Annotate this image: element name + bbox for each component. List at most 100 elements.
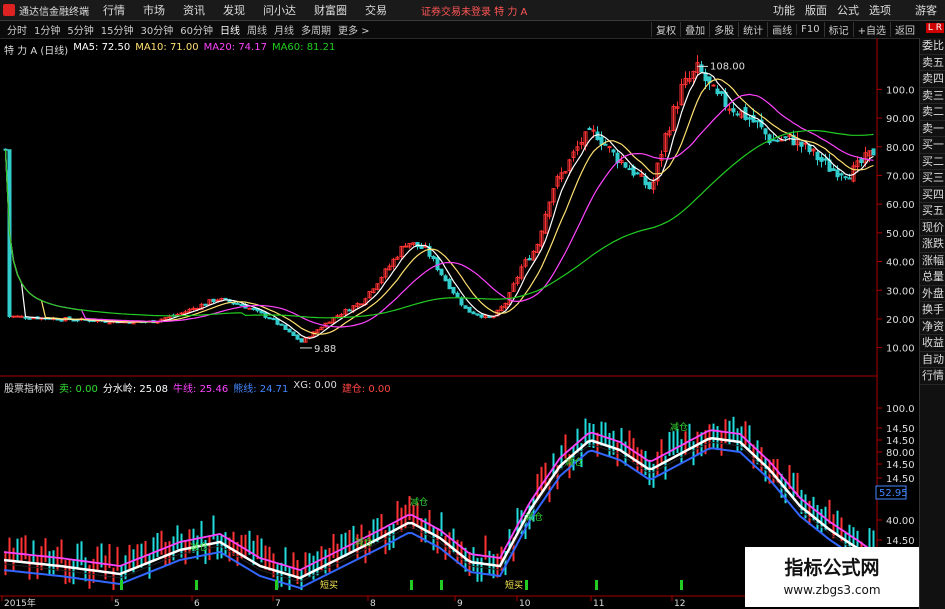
sidebar-item[interactable]: 买四: [920, 187, 945, 203]
low-label: 9.88: [314, 344, 336, 355]
candle-body: [771, 139, 776, 142]
candle-body: [179, 312, 184, 315]
price-tick-label: 50.00: [886, 229, 915, 240]
candle-body: [755, 120, 760, 123]
stock-label[interactable]: 特 力 A (日线): [4, 42, 68, 57]
time-tick-label: 12: [674, 599, 685, 609]
price-tick-label: 60.00: [886, 200, 915, 211]
candle-body: [19, 315, 24, 318]
time-tick-label: 5: [114, 599, 120, 609]
price-tick-label: 30.00: [886, 286, 915, 297]
indicator-tick-label: 14.50: [886, 424, 915, 435]
indicator-tick-label: 14.50: [886, 436, 915, 447]
sidebar-item[interactable]: 买三: [920, 170, 945, 187]
price-tick-label: 90.00: [886, 114, 915, 125]
signal-marker: [525, 580, 528, 590]
sidebar-item[interactable]: 外盘: [920, 286, 945, 302]
candle-body: [403, 245, 408, 248]
indicator-name[interactable]: 股票指标网: [4, 380, 54, 395]
reduce-signal-label: 减仓: [565, 456, 583, 468]
sidebar-item[interactable]: 买一: [920, 137, 945, 154]
indicator-tick-label: 100.0: [886, 404, 915, 415]
candle-body: [807, 144, 812, 153]
sidebar-item[interactable]: 卖五: [920, 55, 945, 71]
candle-body: [419, 245, 424, 249]
high-label: 108.00: [710, 61, 745, 72]
candle-body: [59, 319, 64, 322]
time-tick-label: 11: [593, 599, 604, 609]
candle-body: [15, 315, 20, 318]
candle-body: [439, 268, 444, 276]
candle-body: [803, 142, 808, 145]
candle-body: [587, 127, 592, 131]
reduce-signal-label: 减仓: [410, 496, 428, 508]
candle-body: [239, 303, 244, 306]
sidebar-item[interactable]: 净资: [920, 319, 945, 335]
right-sidebar: L R 委比 卖五 卖四 卖三 卖二 卖一 买一 买二 买三 买四 买五 现价 …: [919, 23, 945, 609]
watermark-url: www.zbgs3.com: [783, 583, 881, 597]
sidebar-item[interactable]: 委比: [920, 38, 945, 55]
time-tick-label: 7: [275, 599, 281, 609]
sidebar-item[interactable]: 卖三: [920, 88, 945, 104]
candle-body: [451, 286, 456, 294]
price-tick-label: 10.00: [886, 344, 915, 355]
sidebar-item[interactable]: 买五: [920, 203, 945, 220]
candle-body: [843, 176, 848, 179]
candle-body: [763, 128, 768, 135]
time-tick-label: 8: [370, 599, 376, 609]
candle-body: [747, 117, 752, 120]
candle-body: [251, 307, 256, 310]
candle-body: [471, 311, 476, 315]
candle-body: [467, 306, 472, 313]
reduce-signal-label: 减仓: [525, 511, 543, 523]
reduce-signal-label: 减仓: [355, 536, 373, 548]
candle-body: [527, 258, 532, 261]
candle-body: [211, 298, 216, 303]
indicator-tick-label: 14.50: [886, 474, 915, 485]
sidebar-item[interactable]: 涨跌: [920, 236, 945, 253]
candle-body: [215, 299, 220, 302]
sidebar-item[interactable]: 现价: [920, 220, 945, 236]
time-tick-label: 9: [457, 599, 463, 609]
reduce-signal-label: 减仓: [190, 541, 208, 553]
candle-body: [711, 84, 716, 87]
watermark: 指标公式网 www.zbgs3.com: [745, 547, 919, 607]
sidebar-item[interactable]: 涨幅: [920, 253, 945, 269]
candle-body: [799, 141, 804, 147]
sidebar-item[interactable]: 卖一: [920, 121, 945, 137]
signal-marker: [680, 580, 683, 590]
kline-chart[interactable]: 100.0 90.00 80.00 70.00 60.00 50.00 40.00 30.00…: [0, 0, 945, 609]
candle-body: [11, 315, 16, 318]
candle-body: [267, 317, 272, 320]
candle-body: [475, 313, 480, 316]
candle-body: [831, 168, 836, 171]
sidebar-item[interactable]: 卖四: [920, 71, 945, 88]
sidebar-item[interactable]: 卖二: [920, 104, 945, 121]
sidebar-item[interactable]: 行情: [920, 368, 945, 385]
short-buy-label: 短买: [505, 579, 523, 591]
signal-marker: [275, 580, 278, 590]
ma60-label: MA60: 81.21: [271, 42, 336, 53]
current-value-label: 52.95: [879, 488, 908, 499]
main-chart-legend: 特 力 A (日线) MA5: 72.50 MA10: 71.00 MA20: …: [4, 42, 335, 57]
candle-body: [347, 309, 352, 312]
candle-body: [447, 278, 452, 290]
candle-body: [459, 297, 464, 306]
candle-body: [595, 131, 600, 141]
sidebar-item[interactable]: 总量: [920, 269, 945, 286]
sidebar-item[interactable]: 自动: [920, 352, 945, 368]
candle-body: [295, 334, 300, 340]
sidebar-item[interactable]: 换手: [920, 302, 945, 319]
candle-body: [627, 168, 632, 171]
candle-body: [871, 148, 876, 156]
sidebar-item[interactable]: 买二: [920, 154, 945, 170]
candle-body: [783, 136, 788, 139]
candle-body: [443, 275, 448, 282]
price-tick-label: 40.00: [886, 258, 915, 269]
candle-body: [231, 302, 236, 305]
ma5-label: MA5: 72.50: [73, 42, 131, 53]
signal-marker: [440, 580, 443, 590]
build-position-label: 建仓: 0.00: [341, 384, 391, 395]
sidebar-item[interactable]: 收益: [920, 335, 945, 352]
candle-body: [815, 151, 820, 161]
